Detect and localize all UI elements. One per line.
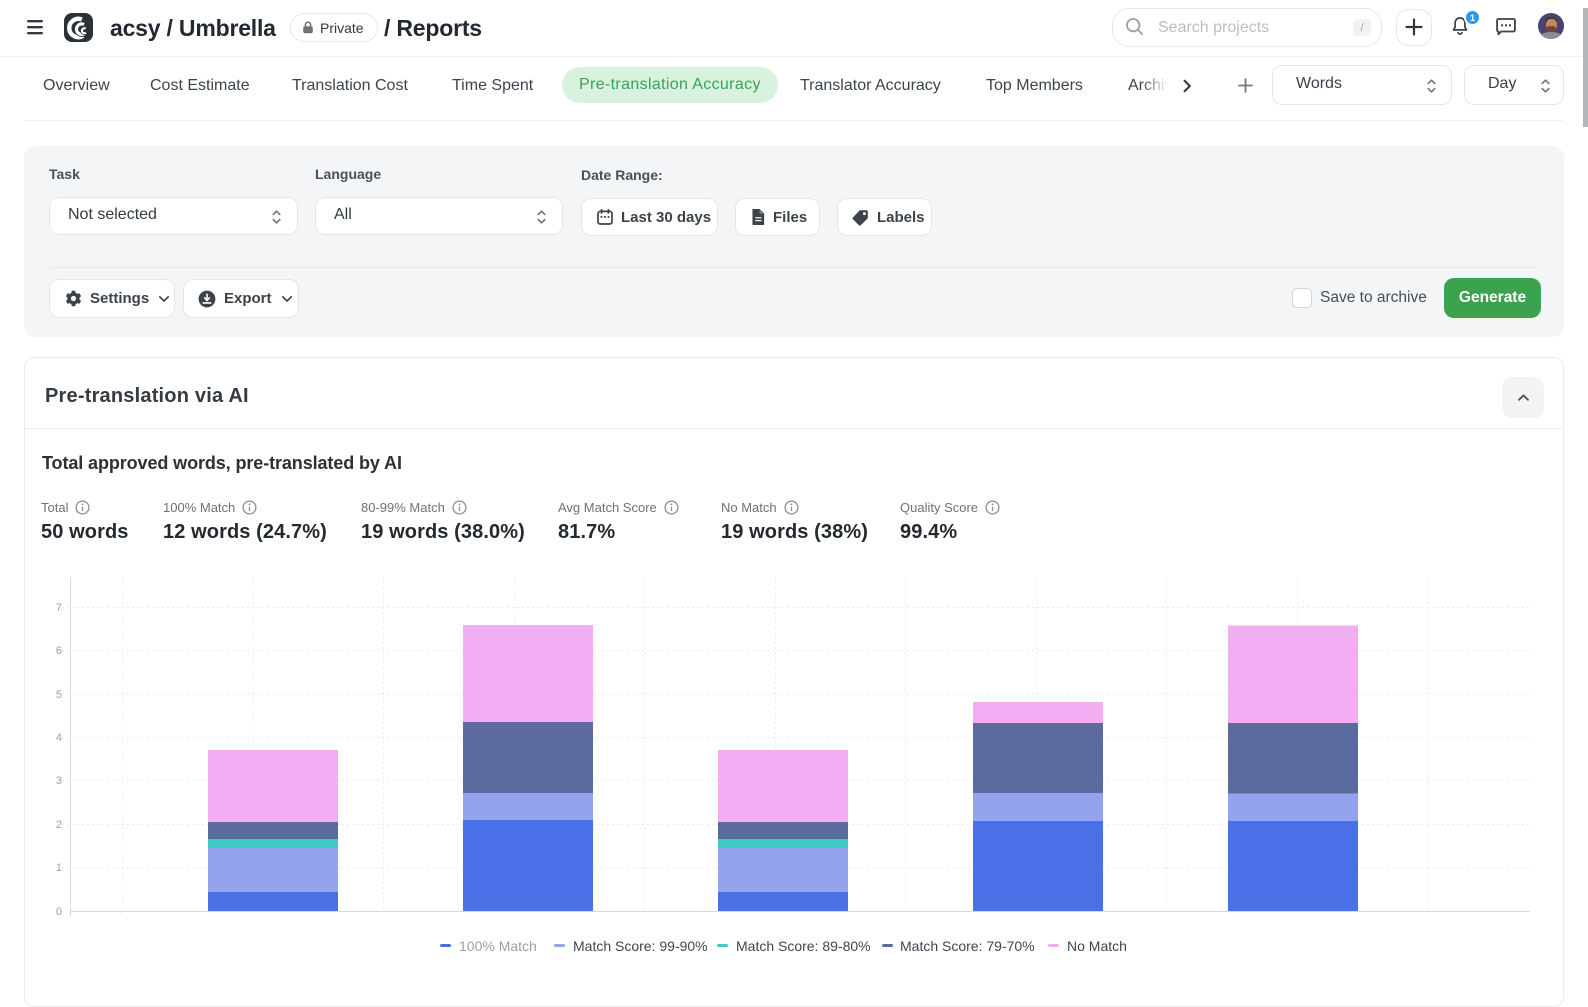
svg-text:1: 1	[56, 862, 62, 874]
svg-text:0: 0	[56, 906, 62, 918]
svg-text:100% Match: 100% Match	[459, 938, 537, 954]
svg-text:7: 7	[56, 602, 62, 614]
svg-text:3: 3	[56, 775, 62, 787]
svg-text:4: 4	[56, 732, 62, 744]
svg-text:Match Score: 99-90%: Match Score: 99-90%	[573, 938, 708, 954]
svg-text:5: 5	[56, 689, 62, 701]
svg-text:Match Score: 89-80%: Match Score: 89-80%	[736, 938, 871, 954]
svg-text:Match Score: 79-70%: Match Score: 79-70%	[900, 938, 1035, 954]
svg-text:2: 2	[56, 819, 62, 831]
svg-text:6: 6	[56, 645, 62, 657]
svg-text:No Match: No Match	[1067, 938, 1127, 954]
